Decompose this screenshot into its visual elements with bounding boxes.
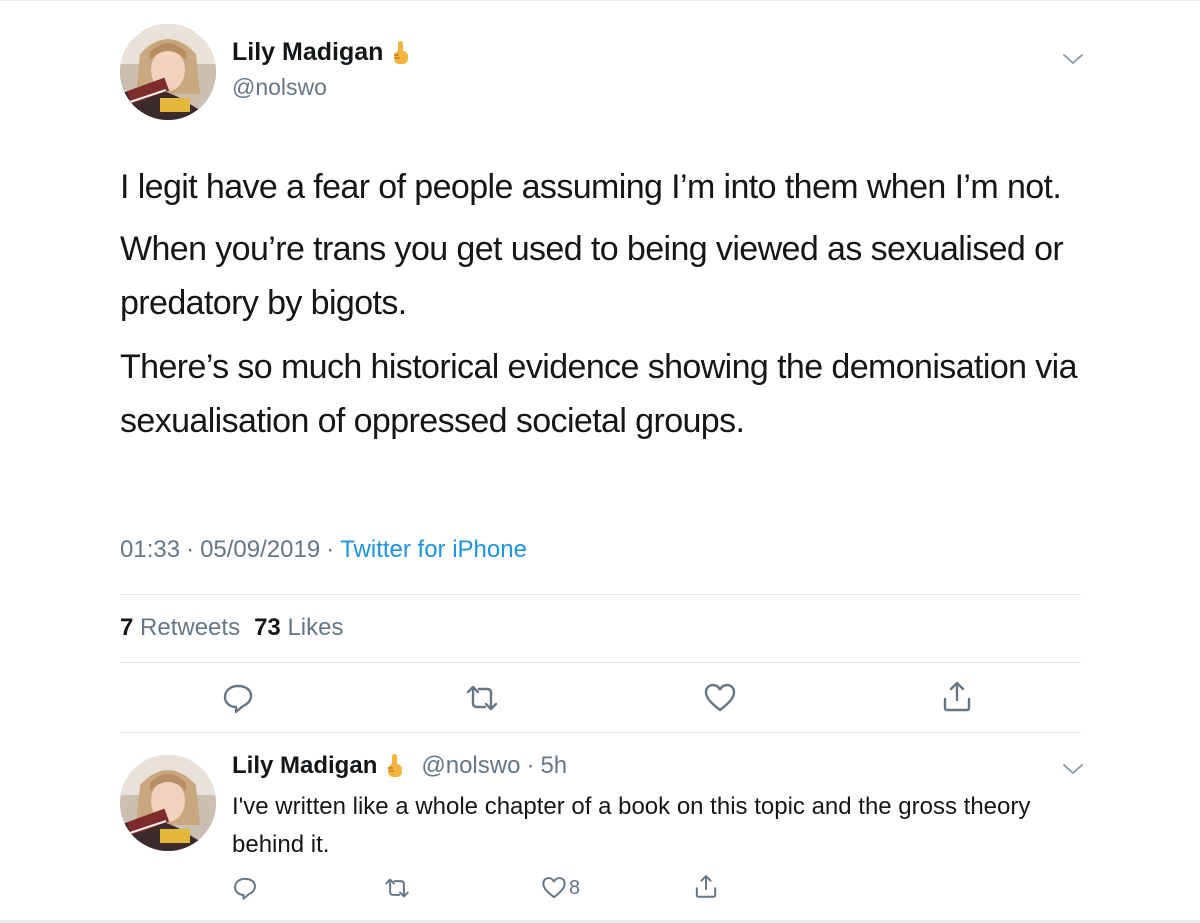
reply-avatar[interactable]: [120, 755, 216, 851]
meta-separator: ·: [186, 536, 195, 563]
likes-count: 73: [254, 614, 281, 641]
retweets-stat[interactable]: 7 Retweets: [120, 614, 240, 642]
share-icon[interactable]: [940, 679, 974, 713]
chevron-down-icon[interactable]: [1062, 52, 1084, 66]
author-name-row[interactable]: Lily Madigan: [232, 38, 413, 67]
tweet-meta: 01:33 · 05/09/2019 · Twitter for iPhone: [120, 536, 527, 564]
heart-icon[interactable]: [541, 875, 567, 901]
reply-icon[interactable]: [221, 681, 255, 715]
reply-text: I've written like a whole chapter of a b…: [232, 793, 1031, 858]
reply-like-count: 8: [569, 877, 581, 899]
avatar-photo: [120, 24, 216, 120]
top-divider: [0, 0, 1200, 1]
tweet-source-link[interactable]: Twitter for iPhone: [340, 536, 527, 563]
reply-header: Lily Madigan @nolswo · 5h: [232, 752, 567, 780]
retweets-label: Retweets: [140, 614, 241, 641]
engagement-stats: 7 Retweets 73 Likes: [120, 614, 343, 642]
divider: [120, 732, 1081, 733]
likes-stat[interactable]: 73 Likes: [254, 614, 343, 642]
author-handle[interactable]: @nolswo: [232, 74, 327, 101]
tweet-paragraph: When you’re trans you get used to being …: [120, 230, 1064, 322]
share-icon[interactable]: [693, 873, 719, 899]
tweet-text: I legit have a fear of people assuming I…: [120, 160, 1090, 458]
reply-time-separator: ·: [526, 752, 535, 779]
index-pointing-up-emoji-icon: [394, 40, 409, 64]
tweet-detail-page: Lily Madigan @nolswo I legit have a fear…: [0, 0, 1200, 923]
divider: [120, 594, 1081, 595]
chevron-down-icon[interactable]: [1062, 762, 1084, 776]
retweet-icon[interactable]: [384, 875, 410, 901]
heart-icon[interactable]: [703, 681, 737, 715]
tweet-paragraph: There’s so much historical evidence show…: [120, 348, 1078, 440]
reply-display-name[interactable]: Lily Madigan: [232, 752, 377, 780]
likes-label: Likes: [287, 614, 344, 641]
meta-separator: ·: [326, 536, 335, 563]
reply-handle[interactable]: @nolswo: [421, 752, 520, 780]
tweet-paragraph: I legit have a fear of people assuming I…: [120, 168, 1062, 206]
index-pointing-up-emoji-icon: [388, 754, 403, 777]
tweet-time[interactable]: 01:33: [120, 536, 180, 563]
avatar-photo: [120, 755, 216, 851]
divider: [120, 662, 1081, 663]
tweet-date[interactable]: 05/09/2019: [200, 536, 320, 563]
reply-time[interactable]: 5h: [540, 752, 567, 780]
reply-icon[interactable]: [232, 875, 258, 901]
retweet-icon[interactable]: [465, 681, 499, 715]
display-name[interactable]: Lily Madigan: [232, 38, 383, 67]
retweets-count: 7: [120, 614, 134, 641]
avatar[interactable]: [120, 24, 216, 120]
